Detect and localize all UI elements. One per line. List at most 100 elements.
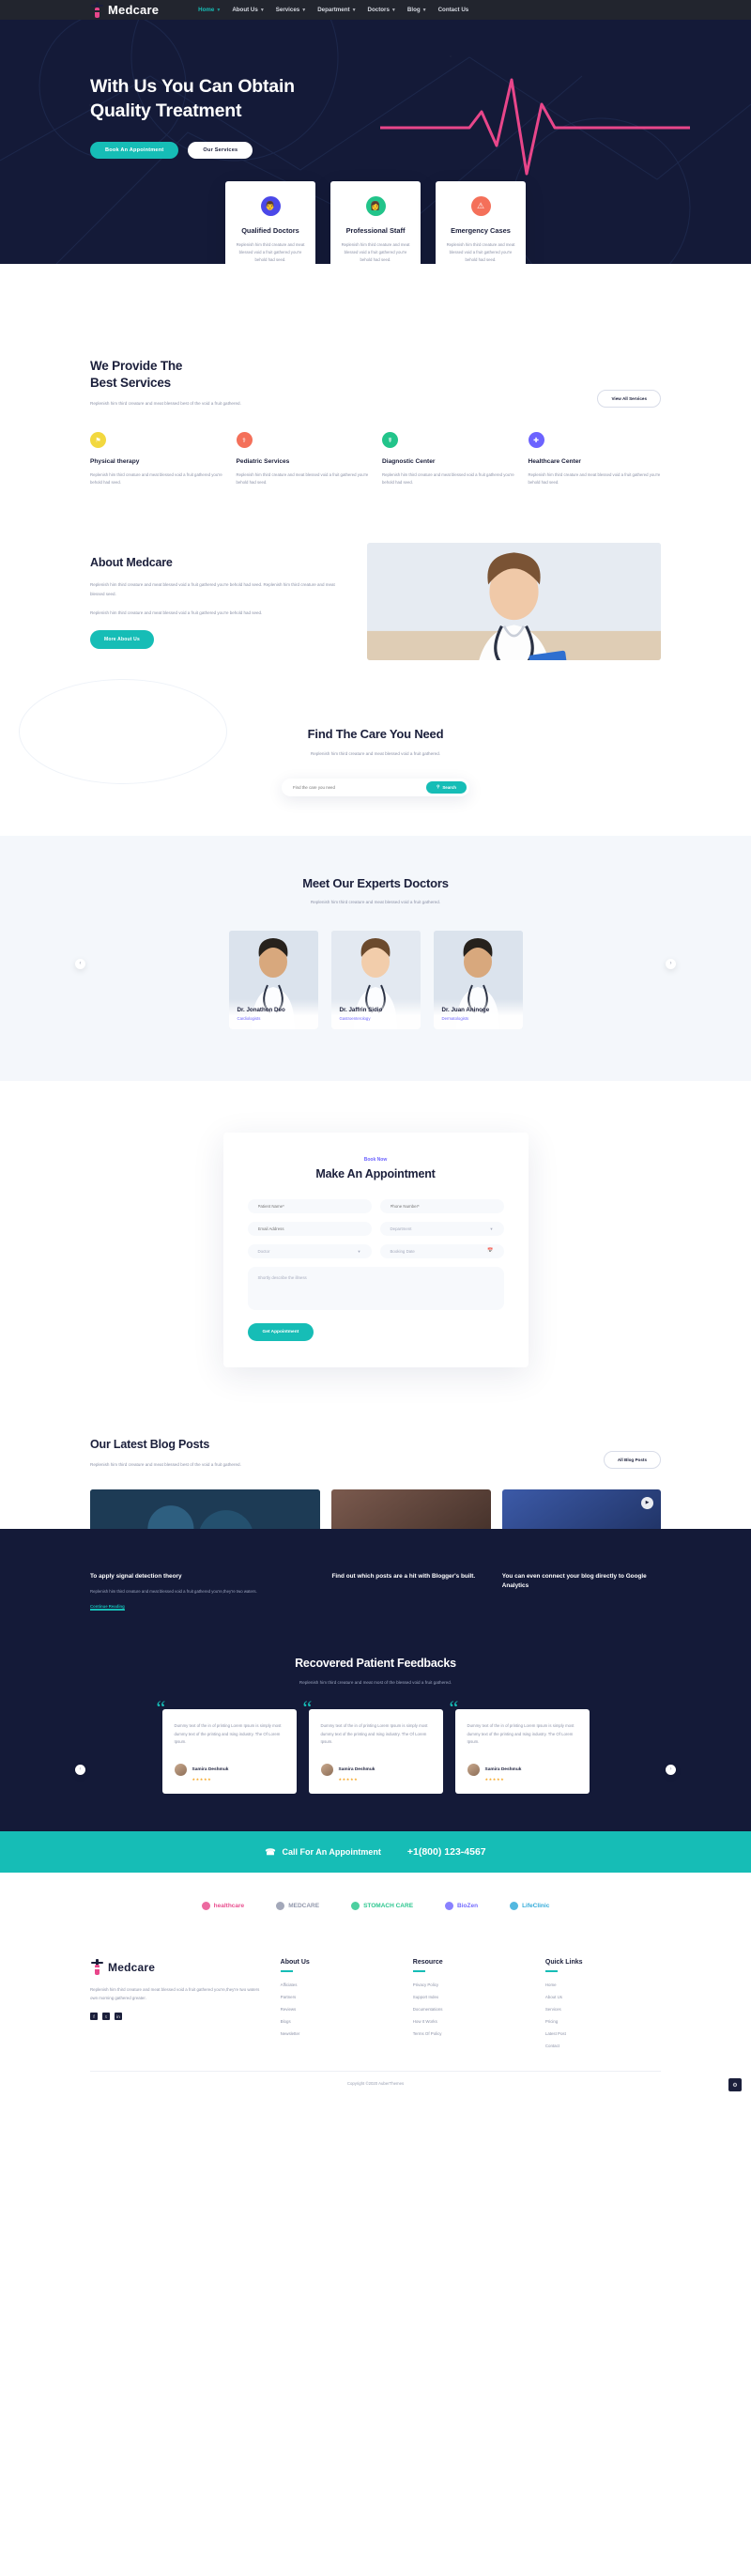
doctor-value: Doctor: [257, 1248, 270, 1254]
search-input[interactable]: [293, 784, 427, 790]
doctor-name: Dr. Jonathon Deo: [237, 1007, 285, 1014]
get-appointment-button[interactable]: Get Appointment: [247, 1322, 314, 1341]
booking-date-field[interactable]: Booking Date 📅: [379, 1243, 504, 1258]
doctor-field[interactable]: Doctor ▼: [247, 1243, 372, 1258]
email-field[interactable]: [247, 1221, 372, 1236]
testimonial-text: Dummy text of the in of printing Lorem I…: [320, 1723, 428, 1745]
footer-link[interactable]: Privacy Policy: [413, 1982, 529, 1987]
logo[interactable]: Medcare: [90, 2, 159, 18]
footer-column-heading: Resource: [412, 1959, 443, 1966]
patient-name-input[interactable]: [257, 1203, 361, 1209]
feature-card[interactable]: 👨 Qualified Doctors Replenish him third …: [225, 181, 315, 264]
doctors-next-arrow-icon[interactable]: ›: [666, 958, 676, 969]
testimonials-next-arrow-icon[interactable]: ›: [666, 1765, 676, 1775]
nav-item-department[interactable]: Department ▼: [317, 7, 356, 13]
linkedin-icon[interactable]: in: [115, 2013, 122, 2021]
footer-link[interactable]: Support Index: [413, 1995, 529, 1999]
facebook-icon[interactable]: f: [90, 2013, 98, 2021]
blog-post[interactable]: To apply signal detection theory Repleni…: [90, 1572, 320, 1613]
site-header: Medcare Home ▼ About Us ▼ Services ▼ Dep…: [0, 0, 751, 20]
nav-item-services[interactable]: Services ▼: [276, 7, 306, 13]
service-item[interactable]: ✚ Healthcare Center Replenish him third …: [528, 432, 662, 486]
doctors-prev-arrow-icon[interactable]: ‹: [75, 958, 85, 969]
call-cta-label: ☎ Call For An Appointment: [265, 1847, 381, 1858]
doctor-card[interactable]: Dr. Juan Aninoge Dermatologists: [433, 931, 523, 1030]
message-textarea[interactable]: Shortly describe the illness: [247, 1266, 504, 1310]
patient-name-field[interactable]: [247, 1198, 372, 1213]
doctor-card[interactable]: Dr. Jaffrin Sidio Gastroenterology: [330, 931, 421, 1030]
footer-link[interactable]: How It Works: [413, 2019, 529, 2024]
department-field[interactable]: Department ▼: [379, 1221, 504, 1236]
appointment-card: Book Now Make An Appointment Department …: [222, 1133, 529, 1367]
brand-name: STOMACH CARE: [363, 1902, 414, 1909]
feature-card[interactable]: 👩 Professional Staff Replenish him third…: [330, 181, 421, 264]
calendar-icon: 📅: [487, 1248, 494, 1255]
feature-card[interactable]: ⚠ Emergency Cases Replenish him third cr…: [436, 181, 526, 264]
footer-link[interactable]: Services: [545, 2007, 661, 2012]
brand-logos: healthcare MEDCARE STOMACH CARE BioZen L…: [0, 1873, 751, 1938]
avatar: [320, 1764, 333, 1776]
testimonials-lead: Replenish him third creature and meat mo…: [299, 1680, 452, 1686]
footer-link[interactable]: Partners: [281, 1995, 396, 1999]
chevron-down-icon: ▼: [421, 7, 427, 13]
services-title-line2: Best Services: [90, 375, 171, 390]
footer-link[interactable]: Reviews: [281, 2007, 396, 2012]
testimonials-section: Recovered Patient Feedbacks Replenish hi…: [0, 1639, 751, 1831]
footer-logo[interactable]: Medcare: [90, 1959, 264, 1975]
footer-column-heading: About Us: [280, 1959, 310, 1966]
about-paragraph-1: Replenish him third creature and meat bl…: [90, 582, 335, 596]
footer-link[interactable]: Blogs: [281, 2019, 396, 2024]
footer-link[interactable]: Terms Of Policy: [413, 2031, 529, 2036]
blog-lead: Replenish him third creature and meat bl…: [90, 1461, 241, 1467]
testimonials-prev-arrow-icon[interactable]: ‹: [75, 1765, 85, 1775]
more-about-us-button[interactable]: More About Us: [90, 630, 154, 650]
nav-item-contact-us[interactable]: Contact Us: [438, 7, 469, 13]
play-icon[interactable]: ▶: [641, 1496, 653, 1509]
footer-link[interactable]: Afficiates: [281, 1982, 396, 1987]
settings-fab-gear-icon[interactable]: ⚙: [728, 2078, 742, 2091]
service-item[interactable]: ⚕ Pediatric Services Replenish him third…: [236, 432, 370, 486]
email-input[interactable]: [257, 1226, 361, 1231]
brand-mark-icon: [201, 1901, 210, 1910]
phone-field[interactable]: [379, 1198, 504, 1213]
doctors-carousel: Dr. Jonathon Deo Cardiologists Dr. Jaffr…: [0, 931, 751, 1030]
book-appointment-button[interactable]: Book An Appointment: [90, 141, 179, 159]
doctor-name: Dr. Juan Aninoge: [441, 1007, 490, 1014]
nav-item-blog[interactable]: Blog ▼: [407, 7, 427, 13]
feature-spacer: [0, 264, 751, 320]
blog-post[interactable]: Find out which posts are a hit with Blog…: [331, 1572, 490, 1613]
blog-post-title: Find out which posts are a hit with Blog…: [331, 1572, 476, 1580]
blog-post[interactable]: You can even connect your blog directly …: [502, 1572, 661, 1613]
nav-item-about-us[interactable]: About Us ▼: [232, 7, 264, 13]
footer-link[interactable]: About Us: [545, 1995, 661, 1999]
service-item[interactable]: ⚑ Physical therapy Replenish him third c…: [90, 432, 223, 486]
doctor-card[interactable]: Dr. Jonathon Deo Cardiologists: [228, 931, 318, 1030]
nav-item-home[interactable]: Home ▼: [198, 7, 221, 13]
footer-link-list: Privacy Policy Support Index Documentation…: [413, 1970, 529, 2036]
our-services-button[interactable]: Our Services: [188, 141, 253, 159]
footer-link[interactable]: Documentations: [413, 2007, 529, 2012]
twitter-icon[interactable]: t: [102, 2013, 110, 2021]
footer-link[interactable]: Newsletter: [281, 2031, 396, 2036]
footer-column-heading: Quick Links: [544, 1959, 583, 1966]
service-item[interactable]: ☤ Diagnostic Center Replenish him third …: [382, 432, 515, 486]
view-all-services-button[interactable]: View All Services: [597, 390, 661, 409]
footer-link[interactable]: Home: [545, 1982, 661, 1987]
search-button[interactable]: ⚲ Search: [426, 780, 467, 794]
footer-link[interactable]: Contact: [545, 2044, 661, 2048]
footer-link-list: Afficiates Partners Reviews Blogs Newsletter: [281, 1970, 396, 2036]
brand-mark-icon: [510, 1901, 519, 1910]
nav-item-doctors[interactable]: Doctors ▼: [368, 7, 396, 13]
testimonial-card: “ Dummy text of the in of printing Lorem…: [157, 1698, 297, 1794]
phone-icon: ☎: [265, 1846, 276, 1857]
phone-input[interactable]: [390, 1203, 494, 1209]
feature-cards: 👨 Qualified Doctors Replenish him third …: [0, 181, 751, 264]
blog-read-more-link[interactable]: Continue Reading: [90, 1604, 125, 1612]
search-button-label: Search: [442, 784, 456, 790]
all-blog-posts-button[interactable]: All Blog Posts: [603, 1450, 661, 1469]
call-cta-phone[interactable]: +1(800) 123-4567: [407, 1846, 486, 1858]
footer-link[interactable]: Latest Post: [545, 2031, 661, 2036]
footer-link[interactable]: Pricing: [545, 2019, 661, 2024]
find-care-lead: Replenish him third creature and meat bl…: [310, 750, 441, 756]
nav-item-label: Home: [198, 7, 215, 13]
